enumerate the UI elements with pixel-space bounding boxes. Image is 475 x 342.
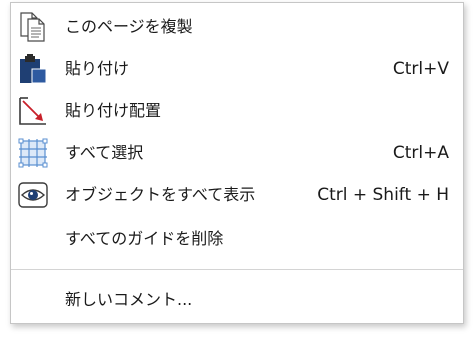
menu-item-shortcut: Ctrl+V [392,59,449,79]
duplicate-page-icon [17,11,49,43]
paste-icon [17,53,49,85]
menu-item-label: このページを複製 [65,17,193,36]
menu-item-label: 貼り付け [65,59,130,78]
menu-item-select-all[interactable]: すべて選択 Ctrl+A [11,133,463,173]
menu-item-shortcut: Ctrl+A [392,143,449,163]
menu-item-new-comment[interactable]: 新しいコメント... [11,280,463,320]
menu-divider [11,269,463,270]
menu-item-show-all-objects[interactable]: オブジェクトをすべて表示 Ctrl + Shift + H [11,175,463,215]
menu-item-paste-in-place[interactable]: 貼り付け配置 [11,91,463,131]
menu-item-label: 貼り付け配置 [65,101,162,120]
menu-item-label: 新しいコメント... [65,290,193,309]
paste-in-place-icon [17,95,49,127]
eye-icon [17,179,49,211]
menu-item-label: オブジェクトをすべて表示 [65,185,256,204]
menu-item-label: すべて選択 [65,143,144,162]
menu-item-paste[interactable]: 貼り付け Ctrl+V [11,49,463,89]
menu-item-shortcut: Ctrl + Shift + H [317,185,449,205]
menu-item-delete-all-guides[interactable]: すべてのガイドを削除 [11,219,463,259]
context-menu: このページを複製 貼り付け Ctrl+V 貼り付け配置 すべて選択 Ctrl+A… [10,2,464,324]
menu-item-duplicate-page[interactable]: このページを複製 [11,7,463,47]
select-all-icon [17,137,49,169]
menu-item-label: すべてのガイドを削除 [65,229,224,248]
